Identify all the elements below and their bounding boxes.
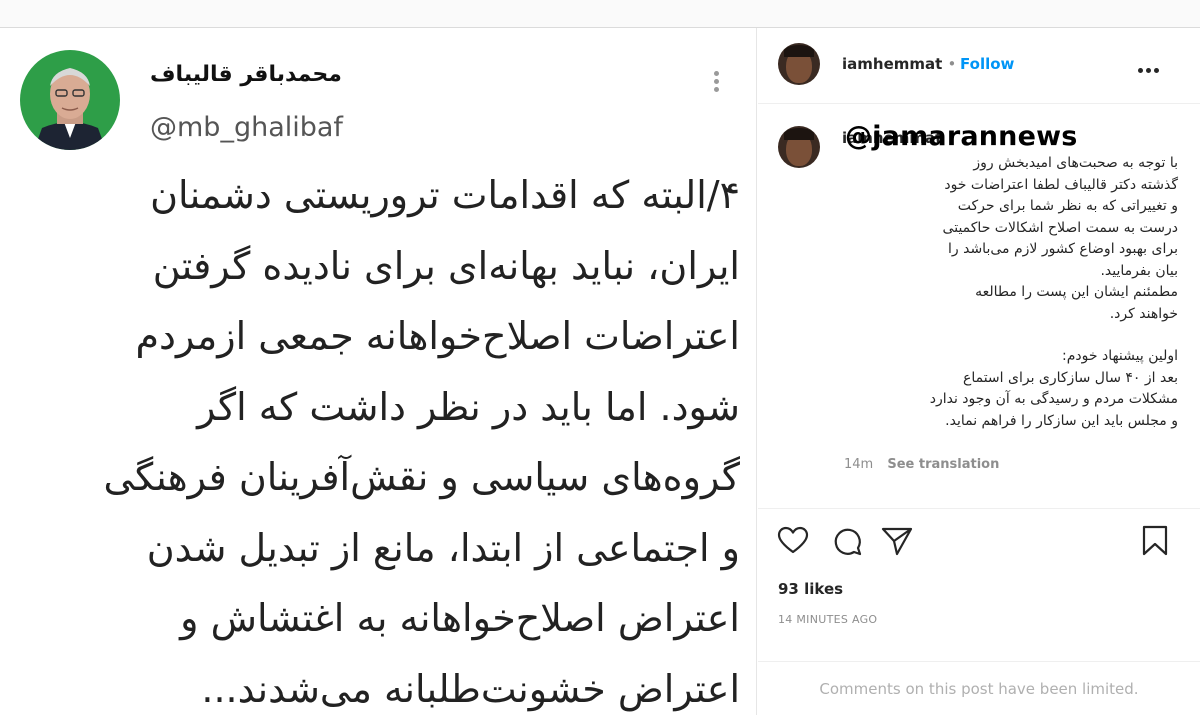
bookmark-icon[interactable] <box>1138 524 1172 558</box>
screenshot-frame: محمدباقر قالیباف @mb_ghalibaf ۴/البته که… <box>0 27 1200 715</box>
divider <box>758 508 1200 509</box>
caption-line: و مجلس باید این سازکار را فراهم نماید. <box>945 412 1178 429</box>
tweet-line: اعتراض اصلاح‌خواهانه به اغتشاش و <box>180 596 740 640</box>
user-avatar[interactable] <box>778 43 820 85</box>
divider <box>758 661 1200 662</box>
post-username[interactable]: iamhemmat • <box>842 55 956 73</box>
separator-dot: • <box>947 55 957 73</box>
caption-line: با توجه به صحبت‌های امیدبخش روز <box>973 155 1178 171</box>
caption-line: بیان بفرمایید. <box>1100 262 1178 279</box>
tweet-image: محمدباقر قالیباف @mb_ghalibaf ۴/البته که… <box>0 28 757 715</box>
tweet-line: گروه‌های سیاسی و نقش‌آفرینان فرهنگی <box>103 455 741 499</box>
tweet-line: اعتراض خشونت‌طلبانه می‌شدند... <box>201 666 740 711</box>
caption-line: گذشته دکتر قالیباف لطفا اعتراضات خود <box>944 176 1178 193</box>
person-avatar-icon <box>34 68 106 150</box>
tweet-line: ایران، نباید بهانه‌ای برای نادیده گرفتن <box>152 243 740 288</box>
post-age: 14m <box>844 457 874 472</box>
follow-button[interactable]: Follow <box>960 55 1014 73</box>
caption-line: درست به سمت اصلاح اشکالات حاکمیتی <box>942 219 1178 236</box>
caption-line: اولین پیشنهاد خودم: <box>1062 348 1178 364</box>
post-caption: با توجه به صحبت‌های امیدبخش روز گذشته دک… <box>838 153 1178 432</box>
caption-line: برای بهبود اوضاع کشور لازم می‌باشد را <box>948 241 1178 257</box>
tweet-line: ۴/البته که اقدامات تروریستی دشمنان <box>150 173 740 217</box>
heart-icon[interactable] <box>776 524 810 558</box>
likes-count[interactable]: 93 likes <box>778 580 843 598</box>
more-options-icon[interactable] <box>1138 58 1164 73</box>
tweet-avatar <box>20 50 120 150</box>
caption-line: مشکلات مردم و رسیدگی به آن وجود ندارد <box>929 391 1178 407</box>
caption-line: مطمئنم ایشان این پست را مطالعه <box>975 284 1178 300</box>
caption-avatar[interactable] <box>778 126 820 168</box>
share-icon[interactable] <box>880 524 914 558</box>
tweet-line: اعتراضات اصلاح‌خواهانه جمعی ازمردم <box>135 314 741 358</box>
username-text[interactable]: iamhemmat <box>842 55 942 73</box>
watermark-text: @jamarannews <box>845 121 1078 152</box>
post-timestamp: 14 MINUTES AGO <box>778 613 878 626</box>
action-bar <box>776 524 1186 558</box>
caption-line: بعد از ۴۰ سال سازکاری برای استماع <box>962 369 1178 386</box>
tweet-line: و اجتماعی از ابتدا، مانع از تبدیل شدن <box>146 525 740 570</box>
comments-limited-notice: Comments on this post have been limited. <box>819 680 1139 698</box>
tweet-author-name: محمدباقر قالیباف <box>150 62 342 87</box>
comment-icon[interactable] <box>830 524 864 558</box>
tweet-text: ۴/البته که اقدامات تروریستی دشمنان ایران… <box>50 160 741 715</box>
caption-meta: 14m See translation <box>844 457 999 472</box>
caption-line: و تغییراتی که به نظر شما برای حرکت <box>957 198 1178 214</box>
kebab-menu-icon <box>706 68 726 98</box>
post-header: iamhemmat • Follow <box>758 28 1200 104</box>
tweet-line: شود. اما باید در نظر داشت که اگر <box>197 384 740 429</box>
see-translation-link[interactable]: See translation <box>887 457 999 472</box>
caption-line: خواهند کرد. <box>1109 305 1178 322</box>
tweet-handle: @mb_ghalibaf <box>150 112 343 143</box>
